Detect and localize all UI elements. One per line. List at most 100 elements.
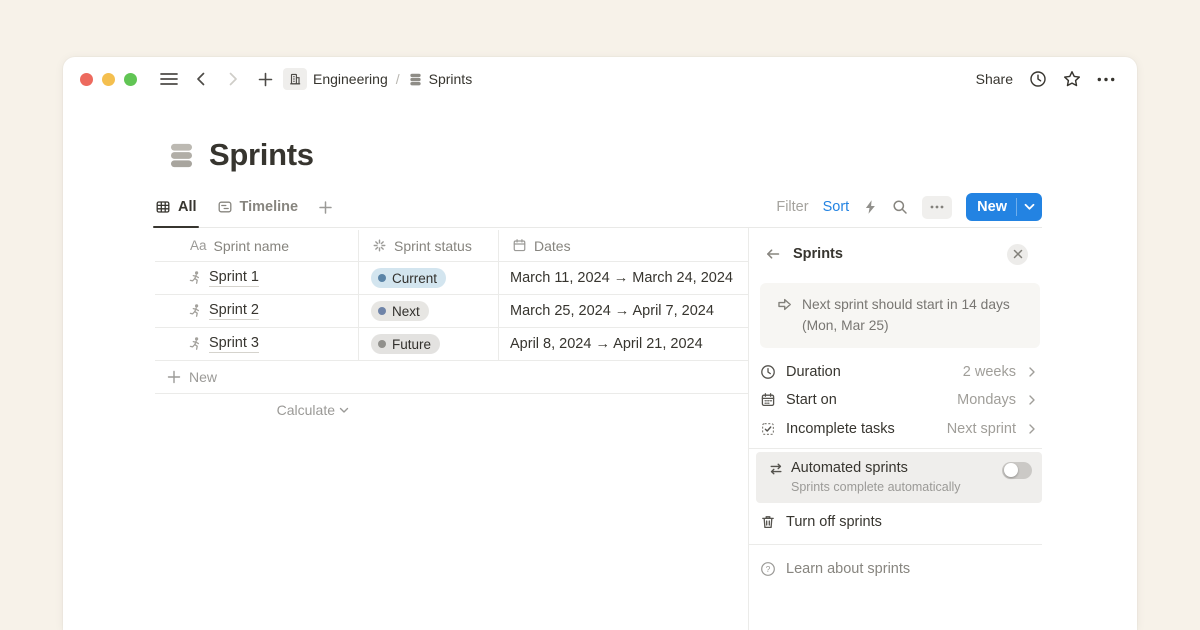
cell-sprint-name[interactable]: Sprint 3 [155,328,359,360]
search-icon [892,199,908,215]
notice-text: Next sprint should start in 14 days (Mon… [802,295,1010,336]
table-row[interactable]: Sprint 2 Next March 25, 2024 → April 7, … [155,295,749,328]
ellipsis-icon [930,205,944,209]
cell-dates[interactable]: March 11, 2024 → March 24, 2024 [499,262,749,294]
view-tab-bar: All Timeline Filter Sort [155,187,1042,228]
page-title[interactable]: Sprints [209,137,314,173]
minimize-window-button[interactable] [102,73,115,86]
automated-toggle[interactable] [1002,462,1032,479]
updates-button[interactable] [1029,70,1047,88]
sort-button[interactable]: Sort [823,199,850,215]
turn-off-sprints-button[interactable]: Turn off sprints [760,505,1040,539]
filter-button[interactable]: Filter [776,199,808,215]
svg-text:?: ? [766,564,771,574]
next-sprint-notice: Next sprint should start in 14 days (Mon… [760,283,1040,348]
workspace-switcher[interactable] [283,68,307,90]
setting-incomplete-tasks[interactable]: Incomplete tasks Next sprint [760,414,1040,443]
calculate-button[interactable]: Calculate [155,394,359,426]
building-icon [288,72,302,86]
chevron-right-icon [226,72,240,86]
panel-back-button[interactable] [765,246,781,262]
panel-header: Sprints [760,241,1040,267]
setting-label: Incomplete tasks [786,421,895,437]
tab-all-label: All [178,199,197,215]
setting-label: Start on [786,392,837,408]
star-icon [1063,70,1081,88]
column-header-dates[interactable]: Dates [499,230,749,261]
cell-sprint-status[interactable]: Next [359,295,499,327]
breadcrumb-workspace[interactable]: Engineering [313,71,388,87]
plus-icon [167,370,181,384]
cell-dates[interactable]: March 25, 2024 → April 7, 2024 [499,295,749,327]
close-icon [1013,249,1023,259]
ellipsis-icon [1097,77,1115,82]
turn-off-label: Turn off sprints [786,514,882,530]
chevron-left-icon [194,72,208,86]
title-property-icon: Aa [190,238,207,253]
status-dot [378,340,386,348]
new-row-label: New [189,369,217,385]
status-dot [378,274,386,282]
new-record-button[interactable]: New [966,193,1042,221]
setting-start-on[interactable]: Start on Mondays [760,386,1040,415]
status-badge[interactable]: Next [371,301,429,321]
panel-close-button[interactable] [1007,244,1028,265]
status-dot [378,307,386,315]
status-badge[interactable]: Future [371,334,440,354]
cell-sprint-name[interactable]: Sprint 1 [155,262,359,294]
table-row[interactable]: Sprint 1 Current March 11, 2024 → March … [155,262,749,295]
column-header-sprint-status[interactable]: Sprint status [359,230,499,261]
sprint-name-link[interactable]: Sprint 1 [209,269,259,287]
setting-duration[interactable]: Duration 2 weeks [760,357,1040,386]
clock-icon [760,364,776,380]
table-row[interactable]: Sprint 3 Future April 8, 2024 → April 21… [155,328,749,361]
calendar-icon [760,392,776,408]
divider [748,448,1042,449]
chevron-down-icon [1024,203,1035,211]
clock-icon [1029,70,1047,88]
breadcrumb-page[interactable]: Sprints [408,71,473,87]
more-options-button[interactable] [1097,77,1115,82]
setting-label: Duration [786,364,841,380]
cell-sprint-status[interactable]: Current [359,262,499,294]
automations-button[interactable] [863,199,878,215]
checkbox-icon [760,421,776,437]
new-row-button[interactable]: New [155,361,749,394]
new-record-dropdown[interactable] [1017,193,1042,221]
column-header-sprint-name[interactable]: Aa Sprint name [155,230,359,261]
cell-dates[interactable]: April 8, 2024 → April 21, 2024 [499,328,749,360]
new-record-label: New [966,193,1016,221]
zoom-window-button[interactable] [124,73,137,86]
sidebar-toggle-button[interactable] [157,66,181,92]
calendar-icon [512,238,527,253]
sprint-name-link[interactable]: Sprint 2 [209,302,259,320]
sprint-name-link[interactable]: Sprint 3 [209,335,259,353]
learn-about-sprints-link[interactable]: ? Learn about sprints [760,551,1040,587]
forward-button[interactable] [221,66,245,92]
back-button[interactable] [189,66,213,92]
page-database-icon[interactable] [167,141,196,170]
status-badge[interactable]: Current [371,268,446,288]
add-view-button[interactable] [318,200,333,215]
automated-sprints-row[interactable]: Automated sprints Sprints complete autom… [756,452,1042,503]
notice-line-1: Next sprint should start in 14 days [802,297,1010,312]
status-label: Future [392,337,431,352]
trash-icon [760,514,776,530]
date-range: March 25, 2024 → April 7, 2024 [510,303,714,319]
page-title-row: Sprints [167,137,314,173]
tab-all[interactable]: All [155,187,197,227]
app-window: Engineering / Sprints Share [63,57,1137,630]
favorite-button[interactable] [1063,70,1081,88]
search-button[interactable] [892,199,908,215]
share-button[interactable]: Share [976,71,1013,87]
close-window-button[interactable] [80,73,93,86]
tab-timeline[interactable]: Timeline [217,187,299,227]
cell-sprint-status[interactable]: Future [359,328,499,360]
sprints-settings-panel: Sprints Next sprint should start in 14 d… [760,228,1040,587]
view-settings-button[interactable] [922,196,952,219]
cell-sprint-name[interactable]: Sprint 2 [155,295,359,327]
titlebar: Engineering / Sprints Share [63,57,1137,101]
new-page-button[interactable] [253,66,277,92]
breadcrumb-separator: / [394,71,402,87]
window-controls [80,73,137,86]
